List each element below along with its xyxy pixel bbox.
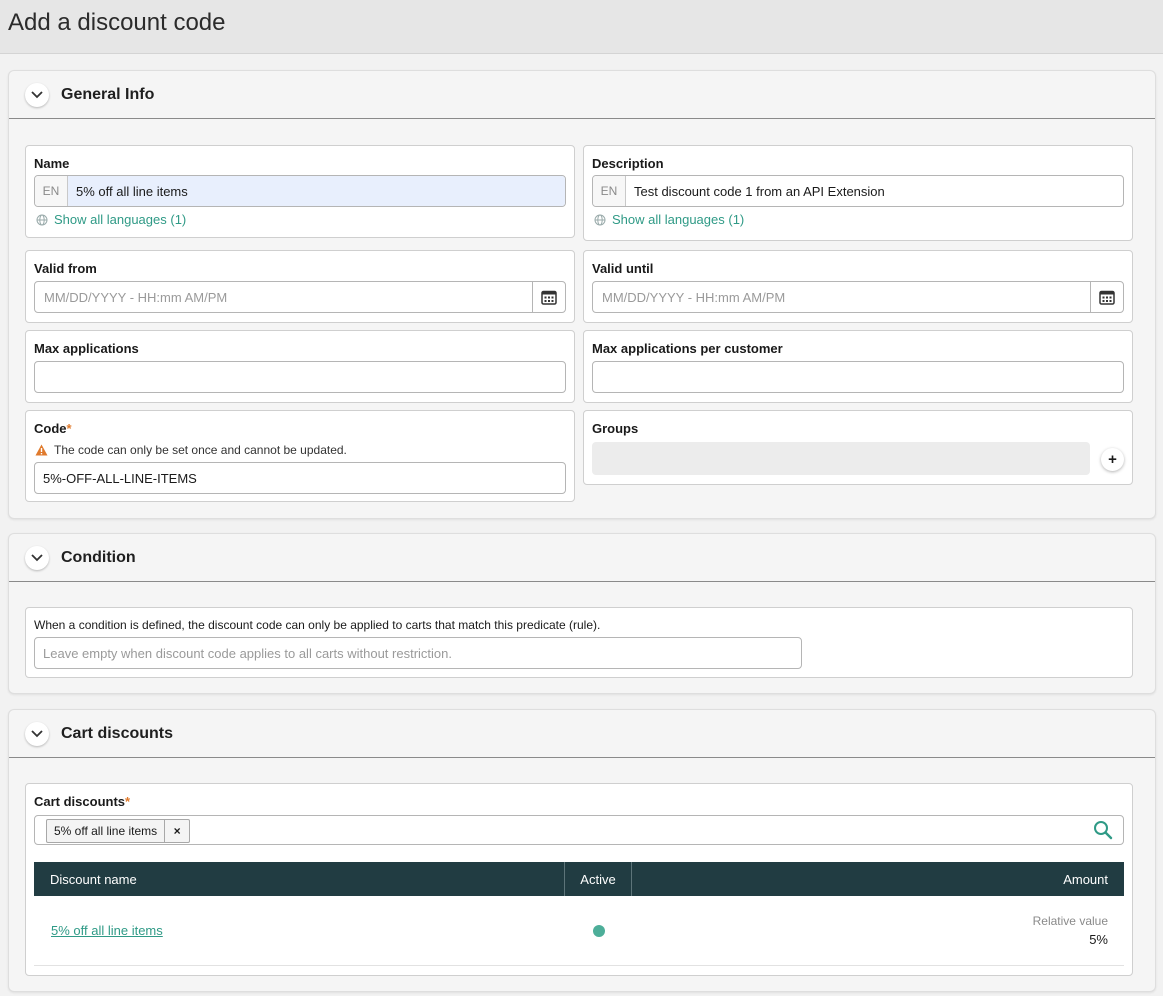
cart-discounts-card: Cart discounts* 5% off all line items × … bbox=[25, 783, 1133, 976]
max-applications-per-customer-label: Max applications per customer bbox=[592, 341, 783, 356]
valid-from-label: Valid from bbox=[34, 261, 97, 276]
required-mark: * bbox=[66, 421, 72, 436]
name-card: Name EN 5% off all line items Show all l… bbox=[25, 145, 575, 238]
amount-value: 5% bbox=[1089, 932, 1108, 947]
cart-discounts-label: Cart discounts* bbox=[34, 794, 131, 809]
name-input[interactable]: 5% off all line items bbox=[68, 176, 565, 206]
chevron-down-icon[interactable] bbox=[25, 82, 49, 107]
valid-until-label: Valid until bbox=[592, 261, 654, 276]
valid-from-field[interactable]: MM/DD/YYYY - HH:mm AM/PM bbox=[34, 281, 566, 313]
general-info-panel: General Info Name EN 5% off all line ite… bbox=[8, 70, 1156, 519]
warning-icon bbox=[35, 444, 48, 456]
name-field[interactable]: EN 5% off all line items bbox=[34, 175, 566, 207]
table-header: Discount name Active Amount bbox=[34, 862, 1124, 896]
search-icon[interactable] bbox=[1093, 820, 1113, 843]
add-group-button[interactable]: + bbox=[1101, 448, 1124, 471]
show-all-languages-link[interactable]: Show all languages (1) bbox=[594, 212, 744, 227]
description-input[interactable]: Test discount code 1 from an API Extensi… bbox=[626, 176, 1123, 206]
valid-until-input[interactable]: MM/DD/YYYY - HH:mm AM/PM bbox=[593, 282, 1090, 312]
chevron-down-icon[interactable] bbox=[25, 721, 49, 746]
cart-discounts-table: Discount name Active Amount 5% off all l… bbox=[34, 862, 1124, 966]
description-field[interactable]: EN Test discount code 1 from an API Exte… bbox=[592, 175, 1124, 207]
column-header-name[interactable]: Discount name bbox=[34, 862, 565, 896]
amount-type: Relative value bbox=[1032, 914, 1108, 928]
remove-chip-button[interactable]: × bbox=[165, 820, 189, 842]
max-applications-input[interactable] bbox=[34, 361, 566, 393]
language-tag: EN bbox=[593, 176, 626, 206]
description-label: Description bbox=[592, 156, 664, 171]
chip-label: 5% off all line items bbox=[47, 820, 166, 842]
condition-header[interactable]: Condition bbox=[9, 534, 1155, 582]
active-cell bbox=[565, 896, 632, 965]
code-input[interactable]: 5%-OFF-ALL-LINE-ITEMS bbox=[34, 462, 566, 494]
groups-label: Groups bbox=[592, 421, 639, 436]
code-label: Code* bbox=[34, 421, 72, 436]
amount-cell: Relative value 5% bbox=[632, 896, 1124, 965]
name-label: Name bbox=[34, 156, 70, 171]
column-header-active[interactable]: Active bbox=[565, 862, 632, 896]
language-tag: EN bbox=[35, 176, 68, 206]
general-info-title: General Info bbox=[61, 85, 155, 103]
cart-discounts-panel: Cart discounts Cart discounts* 5% off al… bbox=[8, 709, 1156, 992]
valid-from-input[interactable]: MM/DD/YYYY - HH:mm AM/PM bbox=[35, 282, 532, 312]
condition-description: When a condition is defined, the discoun… bbox=[34, 618, 601, 632]
cart-discounts-title: Cart discounts bbox=[61, 724, 174, 742]
globe-icon bbox=[36, 214, 48, 225]
groups-select[interactable] bbox=[592, 442, 1090, 475]
max-applications-label: Max applications bbox=[34, 341, 139, 356]
code-card: Code* The code can only be set once and … bbox=[25, 410, 575, 502]
active-status-dot bbox=[592, 924, 605, 937]
page-header: Add a discount code bbox=[0, 0, 1163, 54]
chevron-down-icon[interactable] bbox=[25, 545, 49, 570]
cart-discounts-header[interactable]: Cart discounts bbox=[9, 710, 1155, 758]
max-applications-per-customer-card: Max applications per customer bbox=[583, 330, 1133, 403]
calendar-icon[interactable] bbox=[532, 282, 565, 312]
max-applications-per-customer-input[interactable] bbox=[592, 361, 1124, 393]
table-row[interactable]: 5% off all line items Relative value 5% bbox=[34, 896, 1124, 966]
cart-discounts-search-input[interactable]: 5% off all line items × bbox=[34, 815, 1124, 845]
code-warning: The code can only be set once and cannot… bbox=[35, 443, 347, 457]
valid-until-field[interactable]: MM/DD/YYYY - HH:mm AM/PM bbox=[592, 281, 1124, 313]
condition-card: When a condition is defined, the discoun… bbox=[25, 607, 1133, 678]
calendar-icon[interactable] bbox=[1090, 282, 1123, 312]
selected-discount-chip: 5% off all line items × bbox=[46, 819, 191, 843]
discount-name-cell: 5% off all line items bbox=[34, 896, 565, 965]
globe-icon bbox=[594, 214, 606, 225]
show-all-languages-link[interactable]: Show all languages (1) bbox=[36, 212, 186, 227]
condition-panel: Condition When a condition is defined, t… bbox=[8, 533, 1156, 694]
description-card: Description EN Test discount code 1 from… bbox=[583, 145, 1133, 241]
page-title: Add a discount code bbox=[8, 9, 226, 36]
column-header-amount[interactable]: Amount bbox=[632, 862, 1124, 896]
max-applications-card: Max applications bbox=[25, 330, 575, 403]
groups-card: Groups + bbox=[583, 410, 1133, 485]
condition-predicate-input[interactable]: Leave empty when discount code applies t… bbox=[34, 637, 802, 669]
valid-until-card: Valid until MM/DD/YYYY - HH:mm AM/PM bbox=[583, 250, 1133, 323]
code-warning-text: The code can only be set once and cannot… bbox=[54, 443, 347, 457]
valid-from-card: Valid from MM/DD/YYYY - HH:mm AM/PM bbox=[25, 250, 575, 323]
required-mark: * bbox=[125, 794, 131, 809]
show-all-languages-label: Show all languages (1) bbox=[54, 212, 187, 227]
condition-title: Condition bbox=[61, 548, 136, 566]
show-all-languages-label: Show all languages (1) bbox=[612, 212, 745, 227]
discount-name-link[interactable]: 5% off all line items bbox=[51, 923, 163, 938]
general-info-header[interactable]: General Info bbox=[9, 71, 1155, 119]
